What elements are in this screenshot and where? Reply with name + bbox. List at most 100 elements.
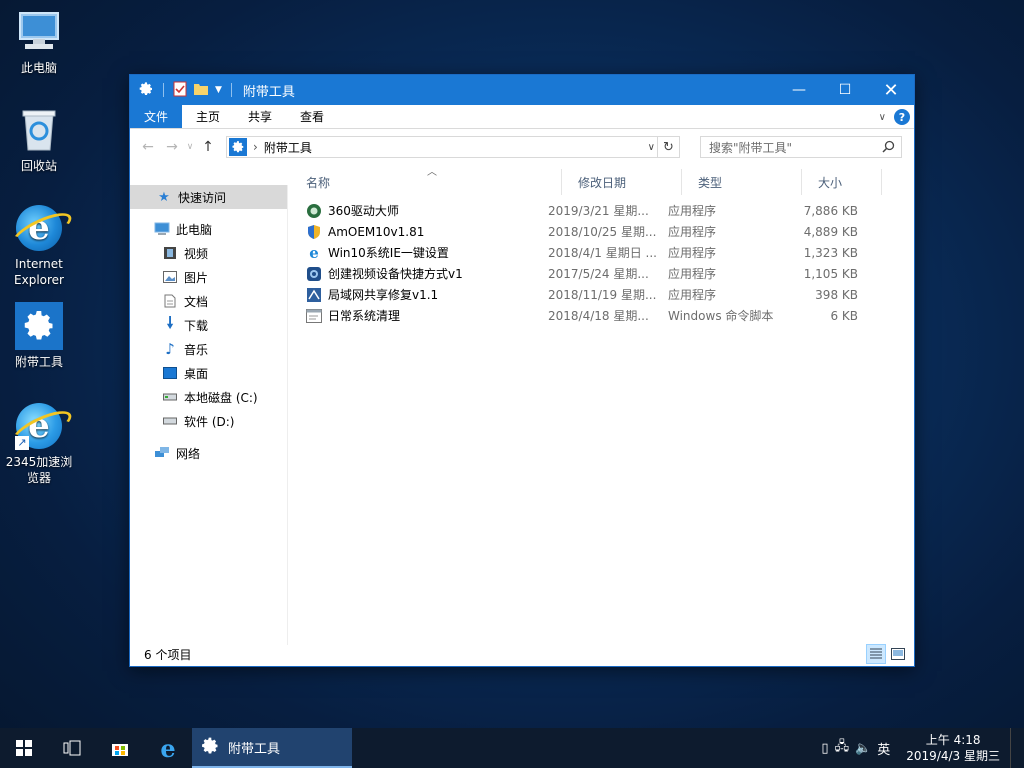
camera-app-icon <box>306 266 322 282</box>
clock-time: 上午 4:18 <box>925 733 981 747</box>
recent-locations-button[interactable]: ∨ <box>184 142 196 152</box>
search-input[interactable]: 搜索"附带工具" <box>700 136 902 158</box>
system-tray: ▯ 🖧 🔈 英 上午 4:18 2019/4/3 星期三 <box>821 728 1016 768</box>
tab-file[interactable]: 文件 <box>130 105 183 128</box>
clock-date: 2019/4/3 星期三 <box>906 749 1000 763</box>
nav-item-label: 音乐 <box>184 342 209 357</box>
desktop-icon-label: 此电脑 <box>20 61 57 75</box>
nav-item-quick-access[interactable]: ★ 快速访问 <box>130 185 287 209</box>
close-button[interactable]: ✕ <box>868 75 914 105</box>
volume-icon[interactable]: 🔈 <box>855 741 871 756</box>
file-size: 1,105 KB <box>803 266 858 281</box>
gear-icon <box>138 81 154 100</box>
large-icons-view-button[interactable] <box>888 644 908 664</box>
back-button[interactable]: ← <box>136 139 160 155</box>
file-size: 398 KB <box>815 287 858 302</box>
nav-item-downloads[interactable]: 🠗 下载 <box>130 313 287 337</box>
address-bar[interactable]: › 附带工具 ∨ <box>226 136 658 158</box>
desktop-icon-2345-browser[interactable]: e ↗ 2345加速浏览器 <box>4 402 74 486</box>
nav-item-label: 网络 <box>176 446 201 461</box>
start-button[interactable] <box>0 728 48 768</box>
desktop-icon-label: 回收站 <box>20 159 57 173</box>
chevron-right-icon[interactable]: › <box>253 140 258 154</box>
task-view-icon <box>63 740 81 756</box>
nav-item-label: 本地磁盘 (C:) <box>184 390 258 405</box>
ie-app-icon: e <box>309 243 319 262</box>
details-view-button[interactable] <box>866 644 886 664</box>
nav-item-documents[interactable]: 文档 <box>130 289 287 313</box>
ie-taskbar-button[interactable]: e <box>144 728 192 768</box>
breadcrumb[interactable]: 附带工具 <box>264 139 312 156</box>
nav-item-network[interactable]: 网络 <box>130 441 287 465</box>
search-icon <box>882 140 895 156</box>
desktop-icon-this-pc[interactable]: 此电脑 <box>4 8 74 76</box>
file-type: 应用程序 <box>668 246 717 260</box>
nav-item-music[interactable]: ♪ 音乐 <box>130 337 287 361</box>
title-bar[interactable]: ▼ 附带工具 — ☐ ✕ <box>130 75 914 105</box>
music-icon: ♪ <box>165 340 175 358</box>
taskbar-app-label: 附带工具 <box>228 741 281 757</box>
nav-item-label: 视频 <box>184 246 209 261</box>
file-row[interactable]: 日常系统清理 2018/4/18 星期... Windows 命令脚本 6 KB <box>306 305 858 326</box>
chevron-down-icon[interactable]: ▼ <box>215 85 222 95</box>
show-desktop-button[interactable] <box>1010 728 1016 768</box>
nav-item-label: 快速访问 <box>178 190 227 205</box>
nav-item-label: 图片 <box>184 270 209 285</box>
column-header-size[interactable]: 大小 <box>802 169 882 195</box>
file-date: 2018/4/1 星期日 ... <box>548 246 657 260</box>
nav-item-label: 文档 <box>184 294 209 309</box>
tab-share[interactable]: 共享 <box>234 105 287 128</box>
taskbar-app-explorer[interactable]: 附带工具 <box>192 728 352 768</box>
file-name: 360驱动大师 <box>328 204 399 218</box>
properties-icon[interactable] <box>173 81 187 100</box>
script-file-icon <box>306 308 322 324</box>
expand-ribbon-icon[interactable]: ∨ <box>879 112 886 123</box>
file-row[interactable]: 360驱动大师 2019/3/21 星期... 应用程序 7,886 KB <box>306 200 858 221</box>
nav-item-pictures[interactable]: 图片 <box>130 265 287 289</box>
nav-item-desktop[interactable]: 桌面 <box>130 361 287 385</box>
file-row[interactable]: 创建视频设备快捷方式v1 2017/5/24 星期... 应用程序 1,105 … <box>306 263 858 284</box>
nav-item-this-pc[interactable]: 此电脑 <box>130 217 287 241</box>
desktop-icon-label: 附带工具 <box>14 355 63 369</box>
file-row[interactable]: AmOEM10v1.81 2018/10/25 星期... 应用程序 4,889… <box>306 221 858 242</box>
file-row[interactable]: 局域网共享修复v1.1 2018/11/19 星期... 应用程序 398 KB <box>306 284 858 305</box>
column-headers: 名称 修改日期 类型 大小 <box>290 169 882 195</box>
desktop-icon-ie[interactable]: e Internet Explorer <box>4 204 74 288</box>
chevron-down-icon[interactable]: ∨ <box>648 142 655 153</box>
tab-home[interactable]: 主页 <box>182 105 235 128</box>
new-folder-icon[interactable] <box>193 81 209 100</box>
file-size: 4,889 KB <box>803 224 858 239</box>
forward-button[interactable]: → <box>160 139 184 155</box>
tab-view[interactable]: 查看 <box>286 105 339 128</box>
minimize-button[interactable]: — <box>776 75 822 105</box>
usb-icon[interactable]: ▯ <box>821 741 828 756</box>
file-row[interactable]: e Win10系统IE一键设置 2018/4/1 星期日 ... 应用程序 1,… <box>306 242 858 263</box>
store-button[interactable] <box>96 728 144 768</box>
column-header-name[interactable]: 名称 <box>290 169 562 195</box>
clock[interactable]: 上午 4:18 2019/4/3 星期三 <box>906 732 1000 764</box>
network-icon <box>154 445 170 461</box>
file-size: 1,323 KB <box>803 245 858 260</box>
nav-item-videos[interactable]: 视频 <box>130 241 287 265</box>
refresh-button[interactable]: ↻ <box>658 136 680 158</box>
star-icon: ★ <box>158 189 170 205</box>
network-icon[interactable]: 🖧 <box>835 737 850 759</box>
status-bar: 6 个项目 <box>130 642 914 666</box>
desktop-icon-recycle-bin[interactable]: 回收站 <box>4 106 74 174</box>
windows-icon <box>16 740 32 756</box>
nav-item-software-d[interactable]: 软件 (D:) <box>130 409 287 433</box>
desktop-icon-tools-folder[interactable]: 附带工具 <box>4 302 74 370</box>
document-icon <box>162 293 178 309</box>
nav-item-local-disk-c[interactable]: 本地磁盘 (C:) <box>130 385 287 409</box>
taskbar: e 附带工具 ▯ 🖧 🔈 英 上午 4:18 2019/4/3 星期三 <box>0 728 1024 768</box>
desktop-icon <box>162 365 178 381</box>
file-type: 应用程序 <box>668 267 717 281</box>
up-button[interactable]: ↑ <box>196 139 220 155</box>
help-icon[interactable]: ? <box>894 109 910 125</box>
file-type: 应用程序 <box>668 288 717 302</box>
task-view-button[interactable] <box>48 728 96 768</box>
column-header-type[interactable]: 类型 <box>682 169 802 195</box>
maximize-button[interactable]: ☐ <box>822 75 868 105</box>
ime-indicator[interactable]: 英 <box>877 739 890 758</box>
column-header-date[interactable]: 修改日期 <box>562 169 682 195</box>
